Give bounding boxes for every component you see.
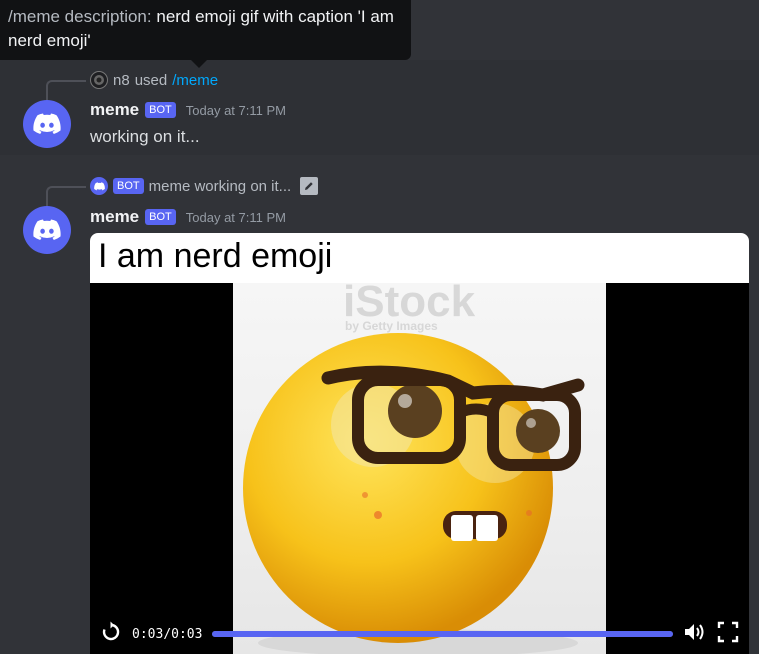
video-controls: 0:03/0:03 [90, 614, 749, 654]
reply-spine [46, 186, 86, 206]
message-header: meme BOT Today at 7:11 PM [90, 100, 286, 120]
progress-fill [212, 631, 673, 637]
avatar[interactable] [23, 100, 71, 148]
discord-logo-icon [33, 219, 61, 240]
edit-icon [300, 177, 319, 195]
bot-tag: BOT [145, 102, 176, 118]
volume-icon[interactable] [683, 621, 707, 648]
reply-command-link[interactable]: /meme [172, 72, 218, 89]
bot-tag: BOT [145, 209, 176, 225]
reply-username[interactable]: n8 [113, 72, 130, 89]
message-timestamp[interactable]: Today at 7:11 PM [186, 210, 286, 225]
duration: 0:03 [171, 626, 203, 642]
discord-logo-icon [33, 113, 61, 134]
video-player[interactable]: iStock by Getty Images 0:03/0:03 [90, 283, 749, 654]
fullscreen-icon[interactable] [717, 621, 739, 648]
reply-used-text: used [134, 71, 168, 89]
command-option-tooltip: /meme description: nerd emoji gif with c… [0, 0, 411, 60]
gif-caption: I am nerd emoji [90, 233, 749, 283]
video-embed[interactable]: I am nerd emoji iStock by Getty Images 0… [90, 233, 749, 654]
message-content: working on it... [90, 127, 200, 146]
user-avatar-mini-icon [90, 71, 108, 89]
video-time: 0:03/0:03 [132, 627, 202, 642]
message-header: meme BOT Today at 7:11 PM [90, 207, 286, 227]
reply-spine [46, 80, 86, 100]
nerd-emoji-image [243, 333, 585, 654]
tooltip-arrow [191, 60, 207, 68]
reply-bot-tag: BOT [113, 178, 144, 194]
time-separator: / [163, 626, 172, 642]
progress-bar[interactable] [212, 631, 673, 637]
author-name[interactable]: meme [90, 100, 139, 120]
author-name[interactable]: meme [90, 207, 139, 227]
reply-reference[interactable]: n8 used /meme [90, 71, 218, 89]
discord-logo-mini-icon [90, 177, 108, 195]
tooltip-option-key: /meme description: [8, 7, 152, 26]
avatar[interactable] [23, 206, 71, 254]
reply-preview-text[interactable]: meme working on it... [149, 178, 292, 195]
reply-reference[interactable]: BOT meme working on it... [90, 177, 319, 195]
video-frame[interactable]: iStock by Getty Images [233, 283, 606, 654]
replay-icon[interactable] [100, 621, 122, 648]
current-time: 0:03 [132, 626, 164, 642]
message-timestamp[interactable]: Today at 7:11 PM [186, 103, 286, 118]
